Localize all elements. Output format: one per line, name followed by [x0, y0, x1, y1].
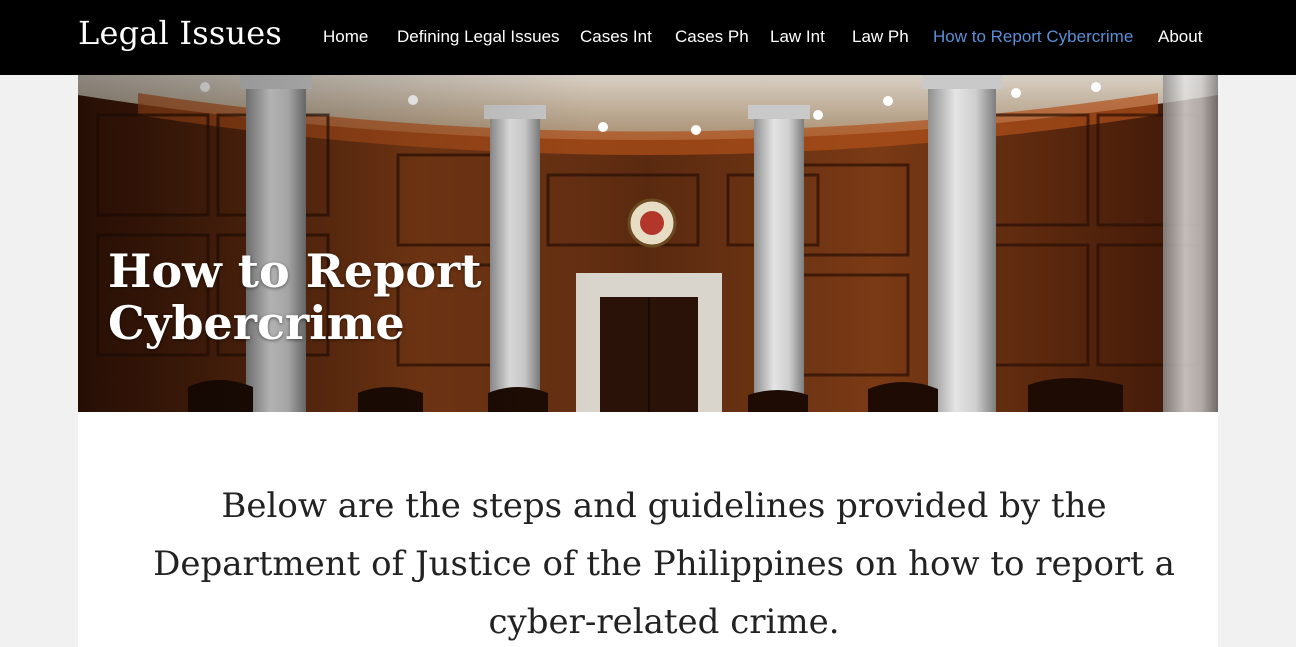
nav-law-ph[interactable]: Law Ph: [852, 27, 909, 47]
nav-law-int[interactable]: Law Int: [770, 27, 825, 47]
nav-defining-legal-issues[interactable]: Defining Legal Issues: [397, 27, 560, 47]
nav-about[interactable]: About: [1158, 27, 1202, 47]
nav-home[interactable]: Home: [323, 27, 368, 47]
hero-banner: How to Report Cybercrime: [78, 75, 1218, 412]
site-header: Legal Issues Home Defining Legal Issues …: [0, 0, 1296, 75]
nav-how-to-report-cybercrime[interactable]: How to Report Cybercrime: [933, 27, 1133, 47]
page-content: How to Report Cybercrime Below are the s…: [78, 75, 1218, 647]
intro-paragraph: Below are the steps and guidelines provi…: [153, 486, 1175, 642]
nav-cases-ph[interactable]: Cases Ph: [675, 27, 749, 47]
page-title: How to Report Cybercrime: [108, 244, 482, 350]
nav-cases-int[interactable]: Cases Int: [580, 27, 652, 47]
main-nav: Home Defining Legal Issues Cases Int Cas…: [0, 27, 1296, 51]
